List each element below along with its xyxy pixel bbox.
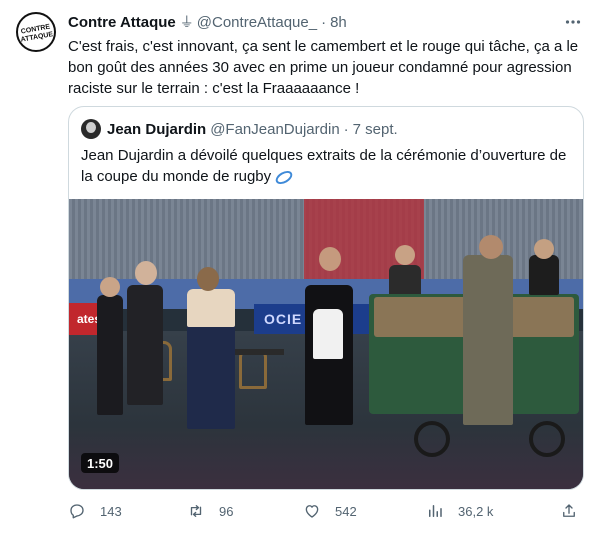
reply-icon <box>70 504 84 519</box>
cart-wheel <box>529 421 565 457</box>
like-button[interactable]: 542 <box>303 498 357 524</box>
like-icon <box>305 505 319 518</box>
retweet-button[interactable]: 96 <box>187 498 233 524</box>
cart-wheel <box>414 421 450 457</box>
quoted-text: Jean Dujardin a dévoilé quelques extrait… <box>81 147 567 185</box>
quoted-author-handle: @FanJeanDujardin <box>210 120 340 138</box>
performer-head <box>100 277 120 297</box>
affiliation-badge-icon: ⏚ <box>179 14 194 30</box>
performer-figure <box>127 285 163 405</box>
quoted-text-block: Jean Dujardin a dévoilé quelques extrait… <box>81 145 571 187</box>
view-count: 36,2 k <box>458 503 494 519</box>
performer-blouse <box>187 289 235 327</box>
quoted-avatar <box>81 119 101 139</box>
performer-apron <box>313 309 343 359</box>
author-name[interactable]: Contre Attaque <box>68 14 176 31</box>
views-button[interactable]: 36,2 k <box>426 498 493 524</box>
quoted-author-name: Jean Dujardin <box>107 120 207 138</box>
tweet-actions: 143 96 542 36,2 k <box>68 498 588 524</box>
contre-attaque-logo: CONTRE ATTAQUE <box>19 15 54 49</box>
performer-head <box>534 239 554 259</box>
quoted-time: 7 sept. <box>352 120 398 138</box>
share-icon <box>563 504 575 517</box>
quoted-tweet[interactable]: Jean Dujardin @FanJeanDujardin · 7 sept.… <box>68 106 584 490</box>
performer-coat <box>463 255 513 425</box>
performer-figure <box>97 295 123 415</box>
author-avatar[interactable]: CONTRE ATTAQUE <box>16 12 56 52</box>
separator-dot: · <box>343 120 349 138</box>
performer-head <box>395 245 415 265</box>
cafe-chair <box>239 349 267 389</box>
share-button[interactable] <box>560 498 592 524</box>
rugby-ball-icon <box>273 167 295 187</box>
performer-figure <box>529 255 559 295</box>
retweet-icon <box>190 505 202 517</box>
quoted-header: Jean Dujardin @FanJeanDujardin · 7 sept. <box>81 119 398 139</box>
performer-head <box>135 261 157 285</box>
tweet-header: Contre Attaque ⏚ @ContreAttaque_ · 8h <box>68 12 347 32</box>
performer-head <box>319 247 341 271</box>
cafe-table <box>229 349 284 355</box>
video-duration: 1:50 <box>81 453 119 473</box>
views-icon <box>429 505 442 517</box>
retweet-count: 96 <box>219 503 234 519</box>
tweet-time[interactable]: 8h <box>330 14 347 31</box>
tweet[interactable]: CONTRE ATTAQUE Contre Attaque ⏚ @ContreA… <box>0 0 600 534</box>
reply-button[interactable]: 143 <box>68 498 122 524</box>
reply-count: 143 <box>100 503 122 519</box>
tweet-text: C'est frais, c'est innovant, ça sent le … <box>68 38 579 97</box>
like-count: 542 <box>335 503 357 519</box>
performer-head <box>479 235 503 259</box>
separator-dot: · <box>321 13 327 31</box>
video-player[interactable]: ates OCIE ENER 1:50 <box>69 199 583 489</box>
more-icon[interactable] <box>562 12 584 32</box>
performer-head <box>197 267 219 291</box>
author-handle[interactable]: @ContreAttaque_ <box>197 14 317 31</box>
